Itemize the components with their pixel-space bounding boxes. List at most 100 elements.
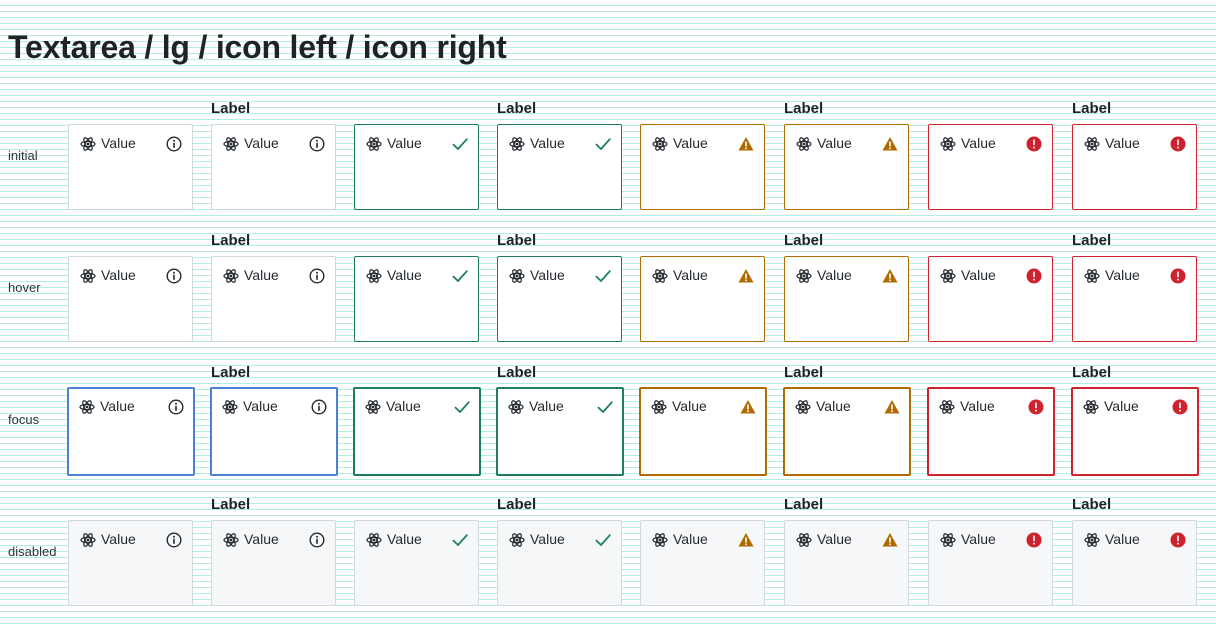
error-icon (1026, 532, 1043, 549)
textarea-success-initial[interactable]: Value (354, 124, 479, 210)
textarea-value: Value (673, 135, 708, 151)
textarea-value: Value (817, 531, 852, 547)
textarea-success-disabled: Value (354, 520, 479, 606)
textarea-warning-initial[interactable]: Value (640, 124, 765, 210)
info-icon (309, 532, 326, 549)
state-row-disabled: disabled Value Label Value Value Label Value Va… (0, 496, 1216, 628)
error-icon (1026, 136, 1043, 153)
warning-icon (738, 532, 755, 549)
textarea-warning-hover[interactable]: Value (640, 256, 765, 342)
field-label: Label (784, 232, 824, 249)
textarea-warning-focus[interactable]: Value (783, 387, 911, 476)
textarea-value: Value (961, 135, 996, 151)
textarea-error-disabled: Value (928, 520, 1053, 606)
textarea-warning-hover[interactable]: Value (784, 256, 909, 342)
textarea-default-disabled: Value (211, 520, 336, 606)
checkmark-icon (452, 136, 469, 153)
info-icon (166, 268, 183, 285)
warning-icon (882, 136, 899, 153)
state-row-hover: hover Value Label Value Value Label Value Value… (0, 232, 1216, 364)
info-icon (168, 399, 185, 416)
atom-icon (366, 268, 382, 284)
textarea-value: Value (101, 531, 136, 547)
field-label: Label (1072, 496, 1112, 513)
textarea-error-initial[interactable]: Value (928, 124, 1053, 210)
textarea-default-focus[interactable]: Value (210, 387, 338, 476)
atom-icon (652, 136, 668, 152)
atom-icon (1083, 399, 1099, 415)
textarea-default-initial[interactable]: Value (211, 124, 336, 210)
error-icon (1170, 532, 1187, 549)
atom-icon (80, 268, 96, 284)
atom-icon (796, 136, 812, 152)
textarea-value: Value (530, 267, 565, 283)
textarea-success-disabled: Value (497, 520, 622, 606)
checkmark-icon (452, 268, 469, 285)
textarea-value: Value (530, 135, 565, 151)
textarea-error-hover[interactable]: Value (1072, 256, 1197, 342)
state-label: focus (8, 412, 40, 427)
error-icon (1028, 399, 1045, 416)
textarea-value: Value (100, 398, 135, 414)
textarea-value: Value (673, 531, 708, 547)
state-row-initial: initial Value Label Value Value Label Value Val… (0, 100, 1216, 232)
atom-icon (509, 532, 525, 548)
info-icon (311, 399, 328, 416)
textarea-warning-disabled: Value (640, 520, 765, 606)
checkmark-icon (595, 268, 612, 285)
atom-icon (1084, 268, 1100, 284)
textarea-value: Value (816, 398, 851, 414)
field-label: Label (211, 364, 251, 381)
textarea-error-focus[interactable]: Value (927, 387, 1055, 476)
textarea-value: Value (672, 398, 707, 414)
atom-icon (509, 136, 525, 152)
textarea-value: Value (961, 267, 996, 283)
field-label: Label (784, 364, 824, 381)
textarea-success-initial[interactable]: Value (497, 124, 622, 210)
textarea-value: Value (387, 267, 422, 283)
textarea-error-hover[interactable]: Value (928, 256, 1053, 342)
warning-icon (884, 399, 901, 416)
textarea-success-focus[interactable]: Value (496, 387, 624, 476)
checkmark-icon (595, 532, 612, 549)
atom-icon (508, 399, 524, 415)
info-icon (166, 136, 183, 153)
textarea-value: Value (1105, 267, 1140, 283)
textarea-success-hover[interactable]: Value (497, 256, 622, 342)
textarea-error-focus[interactable]: Value (1071, 387, 1199, 476)
textarea-default-hover[interactable]: Value (68, 256, 193, 342)
state-label: hover (8, 280, 41, 295)
textarea-value: Value (244, 135, 279, 151)
atom-icon (366, 136, 382, 152)
field-label: Label (211, 232, 251, 249)
textarea-warning-disabled: Value (784, 520, 909, 606)
textarea-error-disabled: Value (1072, 520, 1197, 606)
textarea-default-hover[interactable]: Value (211, 256, 336, 342)
atom-icon (652, 532, 668, 548)
textarea-value: Value (529, 398, 564, 414)
textarea-success-focus[interactable]: Value (353, 387, 481, 476)
page-title: Textarea / lg / icon left / icon right (8, 29, 507, 65)
info-icon (309, 136, 326, 153)
textarea-value: Value (530, 531, 565, 547)
atom-icon (365, 399, 381, 415)
textarea-warning-initial[interactable]: Value (784, 124, 909, 210)
textarea-error-initial[interactable]: Value (1072, 124, 1197, 210)
textarea-success-hover[interactable]: Value (354, 256, 479, 342)
atom-icon (940, 268, 956, 284)
atom-icon (509, 268, 525, 284)
info-icon (166, 532, 183, 549)
textarea-value: Value (1105, 135, 1140, 151)
textarea-value: Value (386, 398, 421, 414)
atom-icon (796, 268, 812, 284)
error-icon (1026, 268, 1043, 285)
textarea-value: Value (960, 398, 995, 414)
textarea-warning-focus[interactable]: Value (639, 387, 767, 476)
atom-icon (80, 136, 96, 152)
textarea-default-focus[interactable]: Value (67, 387, 195, 476)
atom-icon (939, 399, 955, 415)
warning-icon (738, 268, 755, 285)
textarea-default-initial[interactable]: Value (68, 124, 193, 210)
textarea-value: Value (961, 531, 996, 547)
field-label: Label (211, 100, 251, 117)
